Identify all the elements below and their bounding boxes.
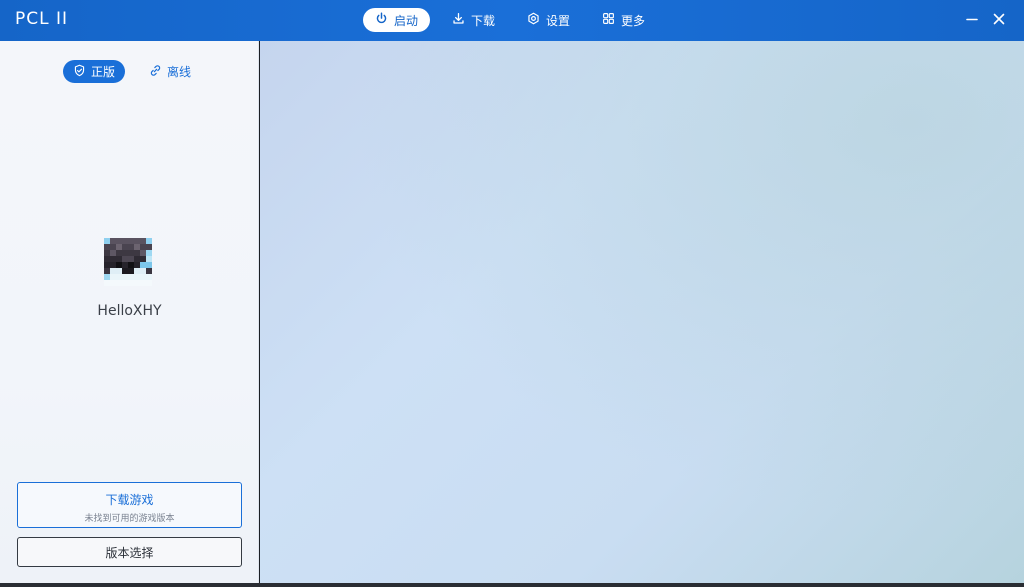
version-select-button[interactable]: 版本选择 xyxy=(17,537,242,567)
nav-settings[interactable]: 设置 xyxy=(515,8,582,32)
title-bar: PCL II 启动 下载 设置 更多 xyxy=(0,0,1024,41)
account-mode-switch: 正版 离线 xyxy=(63,60,201,83)
nav-more[interactable]: 更多 xyxy=(590,8,657,32)
nav-settings-label: 设置 xyxy=(546,13,571,28)
window-bottom-edge xyxy=(0,583,1024,587)
version-select-label: 版本选择 xyxy=(105,545,154,560)
minimize-button[interactable] xyxy=(963,10,981,28)
power-icon xyxy=(375,12,388,28)
app-title: PCL II xyxy=(15,9,69,29)
sidebar: 正版 离线 HelloXHY 下载游戏 未找到可用的游戏版本 版本选择 xyxy=(0,41,259,587)
download-icon xyxy=(452,12,465,28)
username: HelloXHY xyxy=(97,303,162,319)
nav-launch-label: 启动 xyxy=(394,13,419,28)
background-panel xyxy=(260,41,1024,583)
avatar[interactable] xyxy=(104,238,152,286)
top-nav: 启动 下载 设置 更多 xyxy=(363,8,657,32)
link-icon xyxy=(149,64,162,80)
shield-check-icon xyxy=(73,64,86,80)
app-window: PCL II 启动 下载 设置 更多 正版 离线 HelloXHY 下载游戏 未… xyxy=(0,0,1024,587)
gear-icon xyxy=(527,12,540,28)
download-game-label: 下载游戏 xyxy=(105,493,154,507)
nav-launch[interactable]: 启动 xyxy=(363,8,430,32)
mode-offline-label: 离线 xyxy=(167,65,192,79)
close-button[interactable] xyxy=(990,10,1008,28)
download-game-button[interactable]: 下载游戏 未找到可用的游戏版本 xyxy=(17,482,242,528)
download-game-sublabel: 未找到可用的游戏版本 xyxy=(84,514,175,524)
minimize-icon xyxy=(963,13,981,32)
mode-online-label: 正版 xyxy=(91,65,116,79)
nav-download[interactable]: 下载 xyxy=(440,8,507,32)
mode-offline-button[interactable]: 离线 xyxy=(139,60,201,83)
mode-online-button[interactable]: 正版 xyxy=(63,60,125,83)
nav-download-label: 下载 xyxy=(471,13,496,28)
close-icon xyxy=(990,13,1008,32)
grid-icon xyxy=(602,12,615,28)
nav-more-label: 更多 xyxy=(621,13,646,28)
